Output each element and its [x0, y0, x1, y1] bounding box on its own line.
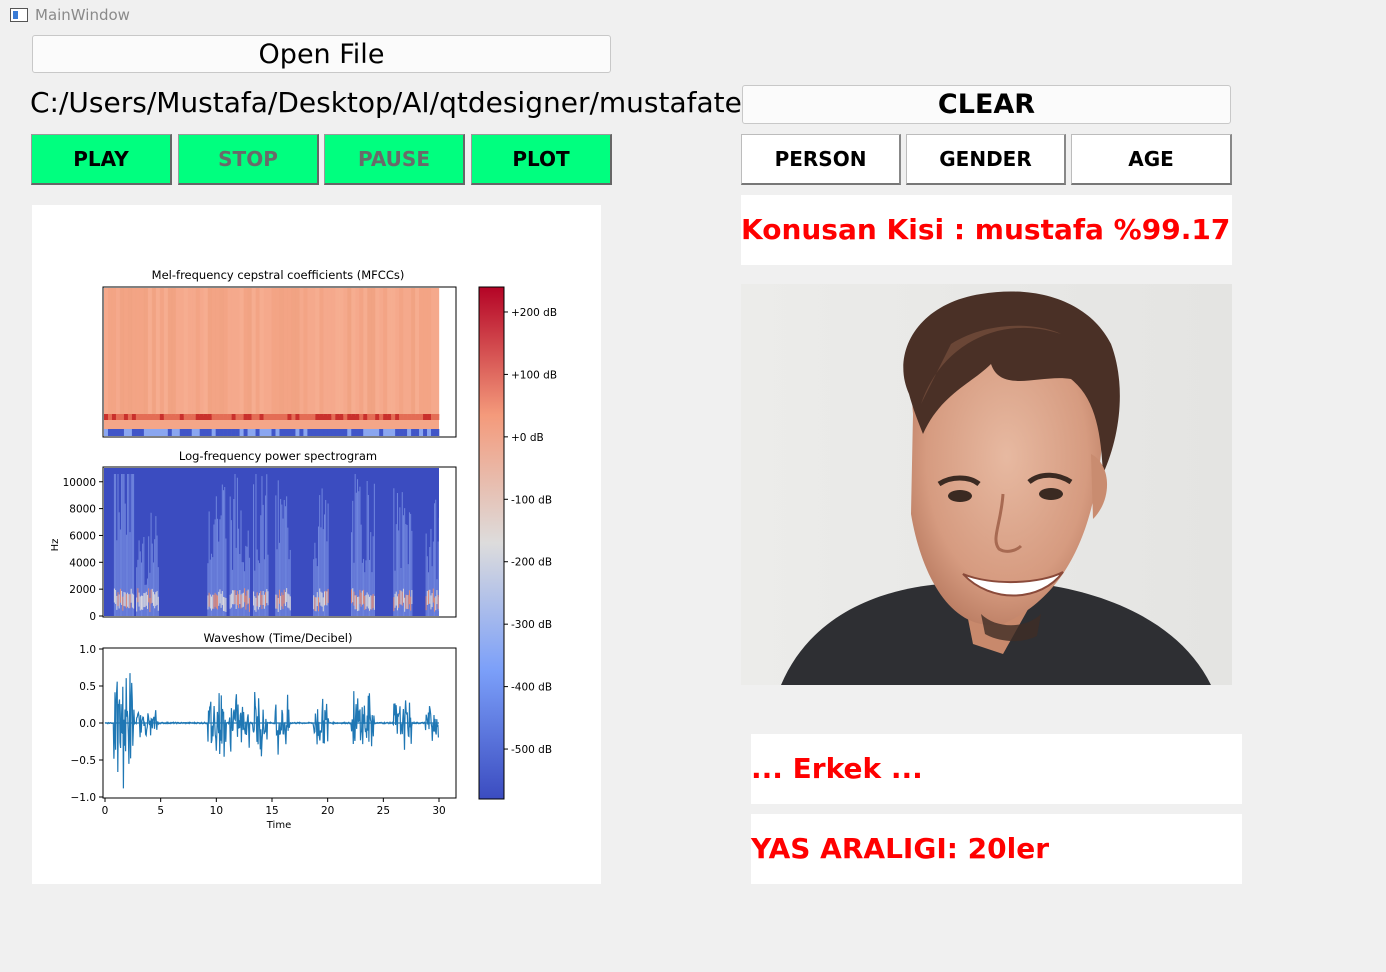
person-button[interactable]: PERSON	[741, 134, 901, 185]
svg-text:1.0: 1.0	[79, 644, 96, 656]
svg-text:2000: 2000	[69, 584, 96, 596]
spectrogram-yticks: 0 2000 4000 6000 8000 10000	[63, 477, 103, 623]
speaker-result-panel: Konusan Kisi : mustafa %99.17	[741, 195, 1232, 265]
play-button[interactable]: PLAY	[31, 134, 172, 185]
spectrogram-title: Log-frequency power spectrogram	[179, 449, 377, 463]
svg-text:0.5: 0.5	[79, 681, 96, 693]
file-path-label: C:/Users/Mustafa/Desktop/AI/qtdesigner/m…	[30, 86, 833, 119]
colorbar-ticks: +200 dB +100 dB +0 dB -100 dB -200 dB -300 dB…	[504, 307, 557, 756]
svg-text:−0.5: −0.5	[71, 755, 97, 767]
gender-result-text: ... Erkek ...	[751, 752, 923, 785]
clear-button[interactable]: CLEAR	[742, 85, 1231, 124]
open-file-button[interactable]: Open File	[32, 35, 611, 73]
svg-text:-500 dB: -500 dB	[511, 744, 552, 756]
waveform-line	[104, 673, 439, 789]
spectrogram-ylabel: Hz	[50, 539, 61, 552]
svg-text:8000: 8000	[69, 504, 96, 516]
svg-text:10: 10	[210, 805, 223, 817]
waveform-xticks: 0 5 10 15 20 25 30	[102, 798, 446, 817]
audio-plots: Mel-frequency cepstral coefficients (MFC…	[50, 268, 557, 831]
mfcc-title: Mel-frequency cepstral coefficients (MFC…	[152, 268, 405, 282]
age-result-text: YAS ARALIGI: 20ler	[751, 832, 1050, 865]
svg-text:+100 dB: +100 dB	[511, 369, 557, 381]
svg-text:0: 0	[102, 805, 109, 817]
svg-text:15: 15	[265, 805, 278, 817]
speaker-result-text: Konusan Kisi : mustafa %99.17	[741, 213, 1231, 246]
svg-text:25: 25	[377, 805, 390, 817]
plot-button[interactable]: PLOT	[471, 134, 612, 185]
mfcc-heatmap	[104, 288, 440, 436]
age-result-panel: YAS ARALIGI: 20ler	[751, 814, 1242, 884]
pause-button[interactable]: PAUSE	[324, 134, 465, 185]
svg-text:20: 20	[321, 805, 334, 817]
svg-text:0: 0	[89, 611, 96, 623]
svg-text:30: 30	[432, 805, 445, 817]
svg-text:+200 dB: +200 dB	[511, 307, 557, 319]
svg-text:5: 5	[157, 805, 164, 817]
svg-text:-200 dB: -200 dB	[511, 557, 552, 569]
svg-text:-100 dB: -100 dB	[511, 494, 552, 506]
svg-text:0.0: 0.0	[79, 718, 96, 730]
colorbar	[478, 286, 505, 800]
age-button[interactable]: AGE	[1071, 134, 1232, 185]
svg-text:-400 dB: -400 dB	[511, 682, 552, 694]
window-title: MainWindow	[35, 6, 130, 24]
gender-button[interactable]: GENDER	[906, 134, 1066, 185]
waveform-xlabel: Time	[266, 820, 291, 831]
stop-button[interactable]: STOP	[178, 134, 319, 185]
title-bar: MainWindow	[0, 0, 1386, 32]
svg-text:+0 dB: +0 dB	[511, 432, 544, 444]
speaker-photo	[741, 284, 1232, 685]
svg-text:10000: 10000	[63, 477, 96, 489]
app-window-icon	[10, 8, 28, 22]
spectrogram-heatmap	[104, 468, 455, 616]
waveform-yticks: 1.0 0.5 0.0 −0.5 −1.0	[71, 644, 103, 804]
waveform-title: Waveshow (Time/Decibel)	[204, 631, 353, 645]
gender-result-panel: ... Erkek ...	[751, 734, 1242, 804]
svg-text:4000: 4000	[69, 557, 96, 569]
svg-text:6000: 6000	[69, 530, 96, 542]
svg-text:-300 dB: -300 dB	[511, 619, 552, 631]
plot-canvas: Mel-frequency cepstral coefficients (MFC…	[32, 205, 601, 884]
svg-text:−1.0: −1.0	[71, 792, 97, 804]
